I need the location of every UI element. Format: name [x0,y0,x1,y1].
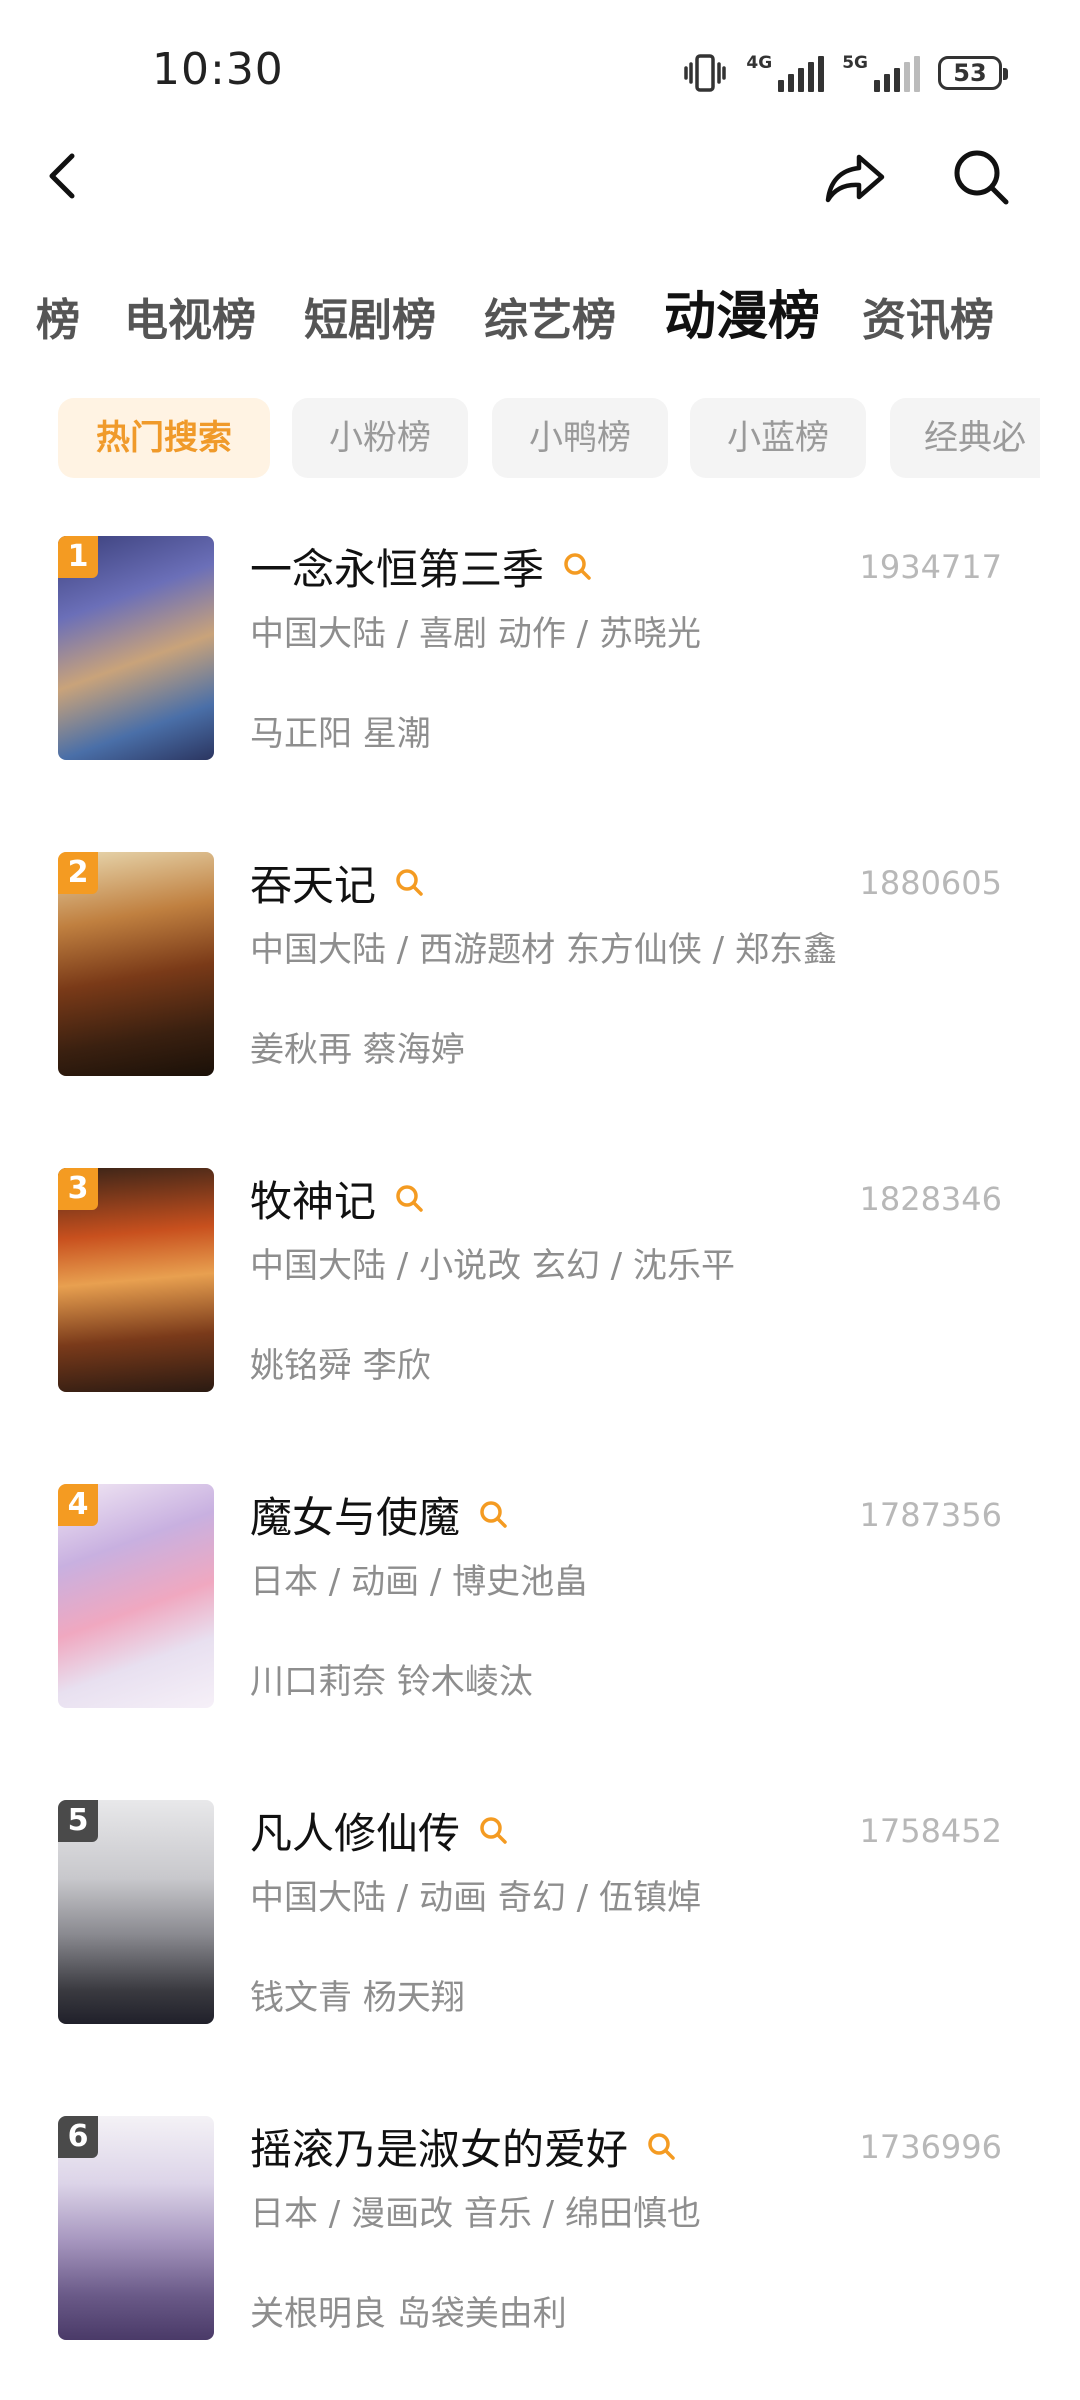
vibrate-icon [684,54,727,92]
list-item[interactable]: 6 摇滚乃是淑女的爱好 1736996 日本 / 漫画改 音乐 / 绵田慎也 关… [0,2116,1080,2346]
list-item[interactable]: 5 凡人修仙传 1758452 中国大陆 / 动画 奇幻 / 伍镇焯 钱文青 杨… [0,1800,1080,2030]
chip-classic[interactable]: 经典必 [890,398,1040,478]
status-icons: 4G 5G 53 [682,50,1008,96]
rank-badge: 5 [58,1800,98,1842]
status-time: 10:30 [152,44,284,95]
item-title[interactable]: 魔女与使魔 [250,1484,460,1545]
search-icon[interactable] [394,867,424,897]
item-meta: 中国大陆 / 动画 奇幻 / 伍镇焯 [250,1878,701,1918]
item-meta: 中国大陆 / 小说改 玄幻 / 沈乐平 [250,1246,735,1286]
battery-icon: 53 [938,56,1008,90]
poster-image[interactable]: 2 [58,852,214,1076]
poster-image[interactable]: 3 [58,1168,214,1392]
battery-level: 53 [953,59,987,87]
tab-anime[interactable]: 动漫榜 [664,286,820,352]
search-count: 1880605 [859,864,1002,902]
search-count: 1758452 [859,1812,1002,1850]
poster-image[interactable]: 5 [58,1800,214,2024]
item-title[interactable]: 吞天记 [250,852,376,913]
poster-image[interactable]: 4 [58,1484,214,1708]
signal-4g: 4G [746,54,825,92]
search-count: 1736996 [859,2128,1002,2166]
item-cast: 马正阳 星潮 [250,714,431,754]
rank-badge: 2 [58,852,98,894]
category-tabs: 榜 电视榜 短剧榜 综艺榜 动漫榜 资讯榜 [0,286,1080,356]
back-icon[interactable] [36,148,92,204]
item-title[interactable]: 牧神记 [250,1168,376,1229]
search-icon[interactable] [948,144,1014,210]
search-count: 1787356 [859,1496,1002,1534]
item-meta: 日本 / 动画 / 博史池畠 [250,1562,589,1602]
search-icon[interactable] [394,1183,424,1213]
tab-short-drama[interactable]: 短剧榜 [304,286,436,356]
item-cast: 姚铭舜 李欣 [250,1346,431,1386]
tab-variety[interactable]: 综艺榜 [484,286,616,356]
chip-xiaoya[interactable]: 小鸭榜 [492,398,668,478]
item-cast: 关根明良 岛袋美由利 [250,2294,567,2334]
search-icon[interactable] [646,2131,676,2161]
sub-chips: 热门搜索 小粉榜 小鸭榜 小蓝榜 经典必 [0,398,1040,478]
list-item[interactable]: 4 魔女与使魔 1787356 日本 / 动画 / 博史池畠 川口莉奈 铃木崚汰 [0,1484,1080,1714]
signal-5g: 5G [842,54,920,92]
item-title[interactable]: 凡人修仙传 [250,1800,460,1861]
search-count: 1828346 [859,1180,1002,1218]
chip-hot-search[interactable]: 热门搜索 [58,398,270,478]
poster-image[interactable]: 1 [58,536,214,760]
search-icon[interactable] [478,1499,508,1529]
search-icon[interactable] [562,551,592,581]
item-meta: 日本 / 漫画改 音乐 / 绵田慎也 [250,2194,701,2234]
tab-tv[interactable]: 电视榜 [124,286,256,356]
search-count: 1934717 [859,548,1002,586]
item-meta: 中国大陆 / 喜剧 动作 / 苏晓光 [250,614,701,654]
search-icon[interactable] [478,1815,508,1845]
signal-bars-icon [874,56,920,92]
item-meta: 中国大陆 / 西游题材 东方仙侠 / 郑东鑫 [250,930,837,970]
item-cast: 川口莉奈 铃木崚汰 [250,1662,533,1702]
rank-badge: 3 [58,1168,98,1210]
list-item[interactable]: 3 牧神记 1828346 中国大陆 / 小说改 玄幻 / 沈乐平 姚铭舜 李欣 [0,1168,1080,1398]
chip-xiaolan[interactable]: 小蓝榜 [690,398,866,478]
rank-badge: 1 [58,536,98,578]
item-cast: 钱文青 杨天翔 [250,1978,465,2018]
status-bar: 10:30 4G 5G 53 [0,0,1080,140]
rank-badge: 6 [58,2116,98,2158]
item-title[interactable]: 一念永恒第三季 [250,536,544,597]
rank-badge: 4 [58,1484,98,1526]
signal-bars-icon [778,56,825,92]
tab-news[interactable]: 资讯榜 [862,286,994,356]
poster-image[interactable]: 6 [58,2116,214,2340]
chip-xiaofen[interactable]: 小粉榜 [292,398,468,478]
tab-bang[interactable]: 榜 [36,286,80,356]
list-item[interactable]: 2 吞天记 1880605 中国大陆 / 西游题材 东方仙侠 / 郑东鑫 姜秋再… [0,852,1080,1082]
share-icon[interactable] [822,144,888,210]
item-title[interactable]: 摇滚乃是淑女的爱好 [250,2116,628,2177]
item-cast: 姜秋再 蔡海婷 [250,1030,465,1070]
list-item[interactable]: 1 一念永恒第三季 1934717 中国大陆 / 喜剧 动作 / 苏晓光 马正阳… [0,536,1080,766]
